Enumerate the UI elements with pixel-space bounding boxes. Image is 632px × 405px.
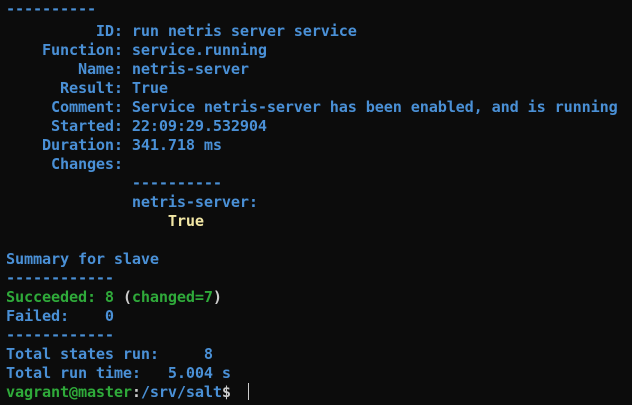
name-label: Name: xyxy=(6,60,123,78)
succeeded-row: Succeeded: 8 (changed=7) xyxy=(6,288,222,307)
duration-value: 341.718 ms xyxy=(122,136,222,154)
result-row: Result: True xyxy=(6,79,168,98)
changes-value: True xyxy=(6,212,204,230)
summary-title: Summary for slave xyxy=(6,250,159,268)
changed-count: changed=7 xyxy=(131,288,213,306)
shell-prompt[interactable]: vagrant@master:/srv/salt$ xyxy=(6,383,249,402)
comment-label: Comment: xyxy=(6,98,123,116)
changes-separator: ---------- xyxy=(6,174,222,192)
result-value: True xyxy=(122,79,168,97)
prompt-colon: : xyxy=(131,383,141,401)
prompt-user-host: vagrant@master xyxy=(6,383,132,401)
name-value: netris-server xyxy=(122,60,249,78)
duration-label: Duration: xyxy=(6,136,123,154)
result-label: Result: xyxy=(6,79,123,97)
started-value: 22:09:29.532904 xyxy=(122,117,267,135)
comment-value: Service netris-server has been enabled, … xyxy=(122,98,618,116)
changes-key: netris-server: xyxy=(6,193,258,211)
id-value: run netris server service xyxy=(122,22,357,40)
total-time-row: Total run time: 5.004 s xyxy=(6,364,231,382)
comment-row: Comment: Service netris-server has been … xyxy=(6,98,618,117)
name-row: Name: netris-server xyxy=(6,60,249,79)
summary-separator-top: ------------ xyxy=(6,269,114,287)
total-states-row: Total states run: 8 xyxy=(6,345,213,363)
text-cursor xyxy=(247,383,249,400)
id-row: ID: run netris server service xyxy=(6,22,357,41)
summary-separator-bottom: ------------ xyxy=(6,326,114,344)
started-row: Started: 22:09:29.532904 xyxy=(6,117,267,136)
prompt-symbol: $ xyxy=(221,383,240,401)
failed-row: Failed: 0 xyxy=(6,307,114,325)
id-label: ID: xyxy=(6,22,123,40)
paren-open: ( xyxy=(122,288,132,306)
prompt-path: /srv/salt xyxy=(140,383,222,401)
duration-row: Duration: 341.718 ms xyxy=(6,136,222,155)
changes-label: Changes: xyxy=(6,155,123,173)
function-label: Function: xyxy=(6,41,123,59)
succeeded-label: Succeeded: 8 xyxy=(6,288,123,306)
function-row: Function: service.running xyxy=(6,41,267,60)
paren-close: ) xyxy=(212,288,222,306)
function-value: service.running xyxy=(122,41,267,59)
started-label: Started: xyxy=(6,117,123,135)
terminal-window[interactable]: ---------- ID: run netris server service… xyxy=(0,0,632,405)
changes-row: Changes: xyxy=(6,155,123,174)
state-separator: ---------- xyxy=(6,0,96,18)
